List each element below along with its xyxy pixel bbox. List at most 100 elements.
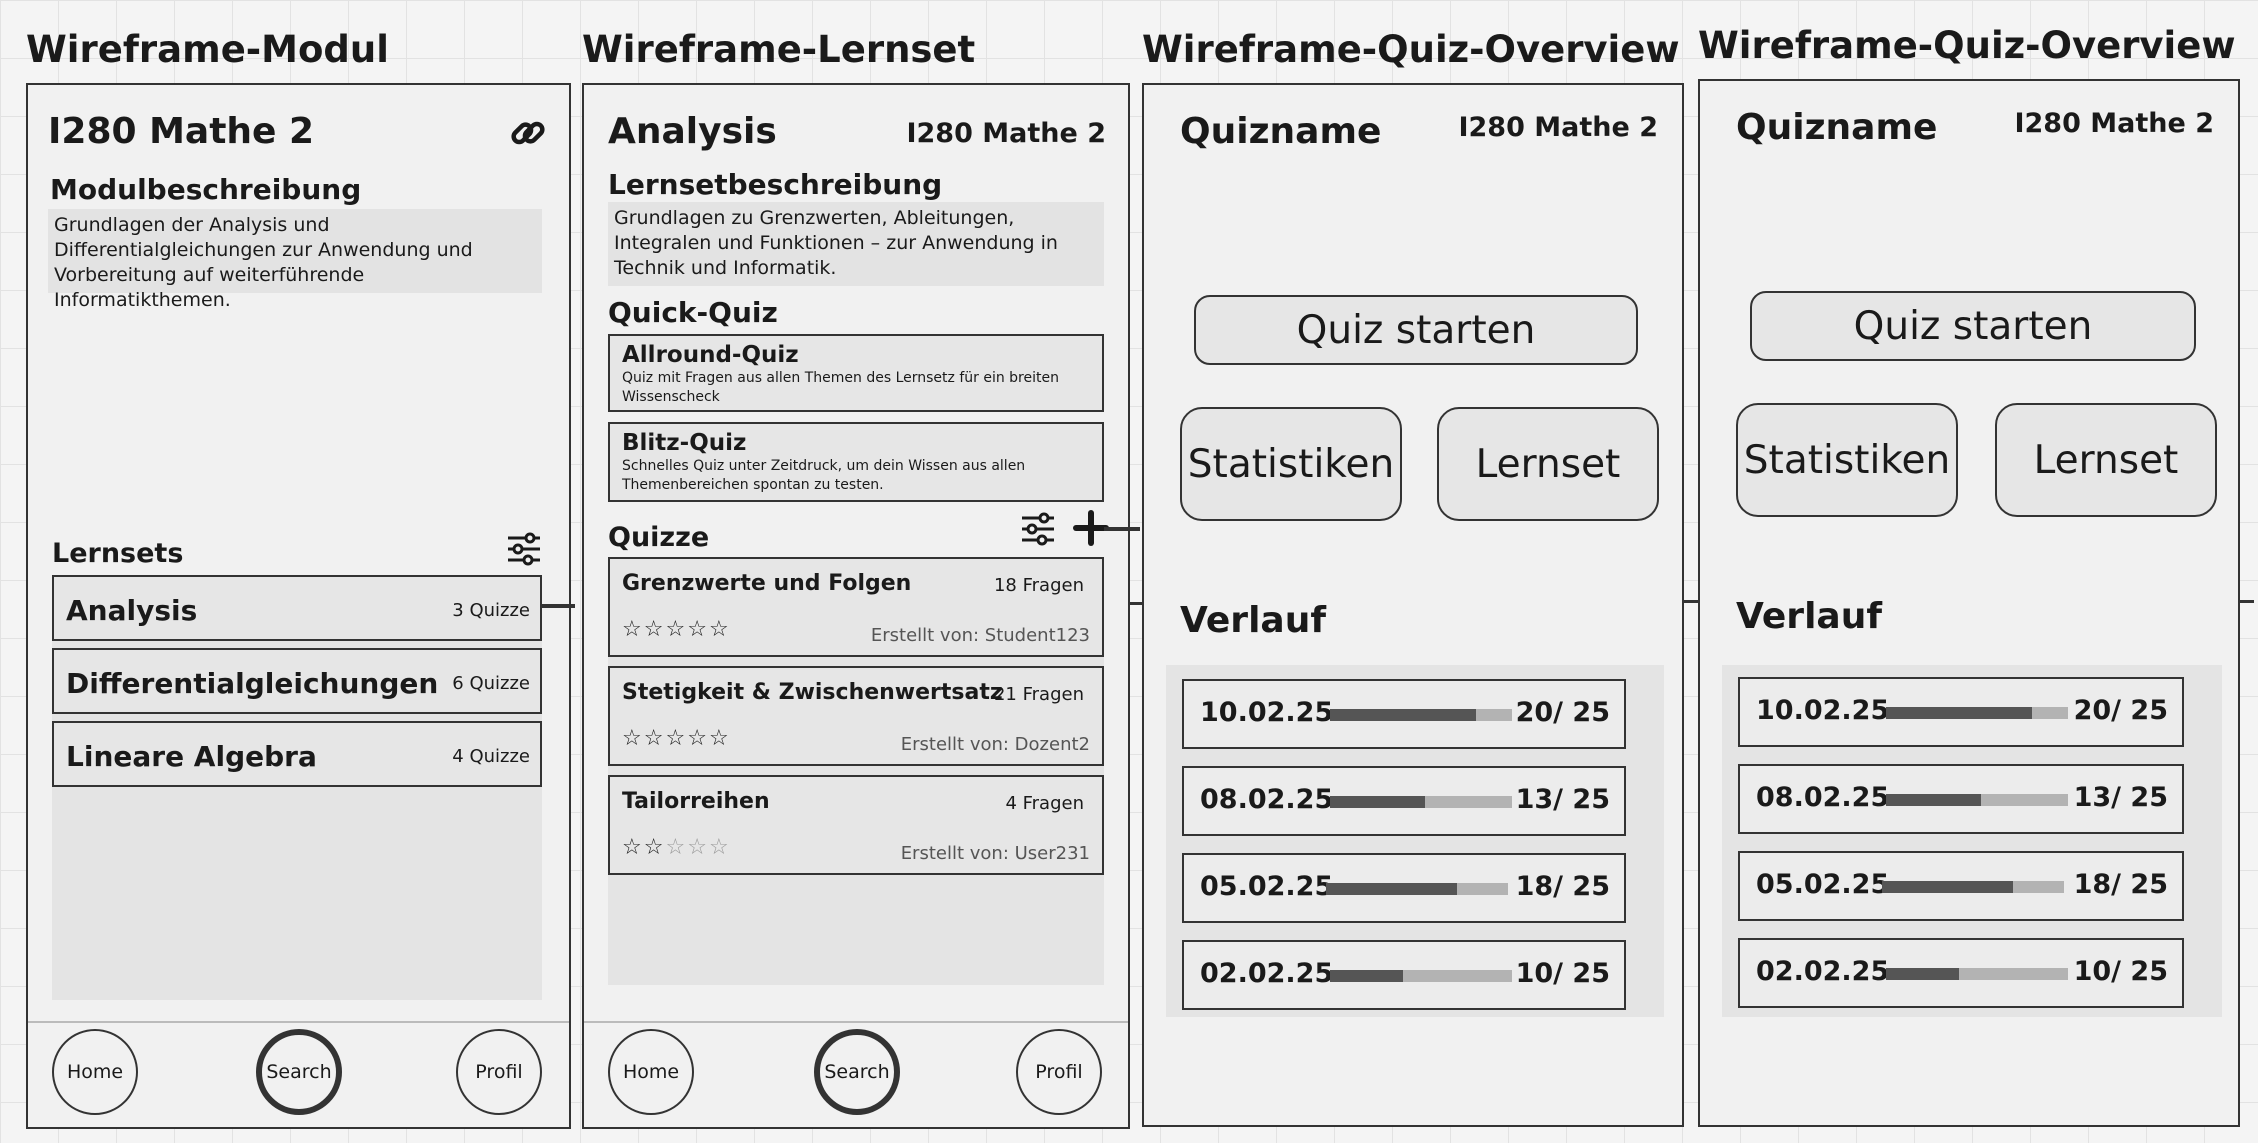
quick-quiz-card[interactable]: Allround-Quiz Quiz mit Fragen aus allen …	[608, 334, 1104, 412]
score-bar	[1886, 794, 2068, 806]
history-row[interactable]: 08.02.25 13/ 25	[1182, 766, 1626, 836]
quiz-author: Erstellt von: Dozent2	[900, 734, 1090, 755]
lernset-count: 6 Quizze	[452, 673, 530, 694]
quiz-card[interactable]: Stetigkeit & Zwischenwertsatz 21 Fragen …	[608, 666, 1104, 766]
statistics-button[interactable]: Statistiken	[1180, 407, 1402, 521]
start-quiz-button[interactable]: Quiz starten	[1194, 295, 1638, 365]
star-icon: ☆	[622, 617, 644, 642]
lernset-name: Analysis	[66, 594, 198, 627]
wireframe-title-modul: Wireframe-Modul	[26, 28, 389, 71]
history-heading: Verlauf	[1736, 596, 1882, 637]
quick-quiz-name: Allround-Quiz	[622, 342, 799, 368]
statistics-button[interactable]: Statistiken	[1736, 403, 1958, 517]
quick-quiz-card[interactable]: Blitz-Quiz Schnelles Quiz unter Zeitdruc…	[608, 422, 1104, 502]
nav-divider	[28, 1021, 569, 1023]
quiz-overview-frame: Quizname I280 Mathe 2 Quiz starten Stati…	[1142, 83, 1684, 1127]
lernset-count: 3 Quizze	[452, 600, 530, 621]
history-row[interactable]: 10.02.25 20/ 25	[1738, 677, 2184, 747]
history-heading: Verlauf	[1180, 600, 1326, 641]
lernset-description-heading: Lernsetbeschreibung	[608, 168, 943, 201]
history-date: 10.02.25	[1756, 695, 1890, 726]
nav-home-button[interactable]: Home	[608, 1029, 694, 1115]
star-icon: ☆	[643, 617, 666, 642]
star-icon: ☆	[643, 726, 666, 751]
history-score: 20/ 25	[1515, 697, 1610, 728]
quiz-name: Stetigkeit & Zwischenwertsatz	[622, 680, 1003, 705]
score-bar	[1330, 796, 1512, 808]
lernset-card[interactable]: Differentialgleichungen 6 Quizze	[52, 648, 542, 714]
quiz-question-count: 21 Fragen	[993, 684, 1084, 705]
lernset-button[interactable]: Lernset	[1995, 403, 2217, 517]
history-score: 20/ 25	[2073, 695, 2168, 726]
history-row[interactable]: 05.02.25 18/ 25	[1182, 853, 1626, 923]
nav-search-button[interactable]: Search	[814, 1029, 900, 1115]
score-bar	[1330, 970, 1512, 982]
score-bar	[1886, 968, 2068, 980]
module-tag: I280 Mathe 2	[2014, 108, 2214, 139]
quick-quiz-name: Blitz-Quiz	[622, 430, 747, 456]
modul-frame: I280 Mathe 2 Modulbeschreibung Grundlage…	[26, 83, 571, 1129]
star-icon: ☆	[622, 835, 644, 860]
nav-profil-button[interactable]: Profil	[1016, 1029, 1102, 1115]
module-title: I280 Mathe 2	[48, 111, 315, 152]
history-date: 08.02.25	[1756, 782, 1890, 813]
history-row[interactable]: 05.02.25 18/ 25	[1738, 851, 2184, 921]
nav-home-button[interactable]: Home	[52, 1029, 138, 1115]
quiz-name: Grenzwerte und Folgen	[622, 571, 912, 596]
history-date: 02.02.25	[1756, 956, 1890, 987]
lernset-frame: Analysis I280 Mathe 2 Lernsetbeschreibun…	[582, 83, 1130, 1129]
history-row[interactable]: 02.02.25 10/ 25	[1182, 940, 1626, 1010]
lernset-title: Analysis	[608, 111, 777, 152]
module-tag: I280 Mathe 2	[1458, 112, 1658, 143]
quick-quiz-heading: Quick-Quiz	[608, 296, 778, 329]
history-score: 18/ 25	[2073, 869, 2168, 900]
score-bar	[1882, 881, 2064, 893]
wireframe-title-overview-2: Wireframe-Quiz-Overview	[1698, 24, 2236, 67]
star-icon: ☆	[687, 835, 709, 860]
flow-connector	[2240, 600, 2254, 603]
score-bar	[1326, 883, 1508, 895]
star-icon: ☆	[708, 617, 731, 642]
score-bar	[1330, 709, 1512, 721]
quick-quiz-desc: Quiz mit Fragen aus allen Themen des Ler…	[622, 370, 1059, 405]
quiz-author: Erstellt von: Student123	[870, 625, 1090, 646]
start-quiz-button[interactable]: Quiz starten	[1750, 291, 2196, 361]
star-icon: ☆	[622, 726, 644, 751]
history-date: 05.02.25	[1756, 869, 1890, 900]
flow-connector	[1684, 600, 1698, 603]
lernset-name: Differentialgleichungen	[66, 667, 439, 700]
history-score: 13/ 25	[1515, 784, 1610, 815]
nav-profil-button[interactable]: Profil	[456, 1029, 542, 1115]
history-date: 10.02.25	[1200, 697, 1334, 728]
star-icon: ☆	[708, 726, 731, 751]
quiz-overview-frame-2: Quizname I280 Mathe 2 Quiz starten Stati…	[1698, 79, 2240, 1127]
star-icon: ☆	[687, 726, 709, 751]
lernset-button[interactable]: Lernset	[1437, 407, 1659, 521]
wireframe-title-overview: Wireframe-Quiz-Overview	[1142, 28, 1680, 71]
history-score: 10/ 25	[1515, 958, 1610, 989]
history-row[interactable]: 02.02.25 10/ 25	[1738, 938, 2184, 1008]
nav-search-button[interactable]: Search	[256, 1029, 342, 1115]
quiz-card[interactable]: Grenzwerte und Folgen 18 Fragen ☆☆☆☆☆ Er…	[608, 557, 1104, 657]
filter-icon[interactable]	[506, 531, 542, 567]
star-icon: ☆	[665, 835, 688, 860]
star-icon: ☆	[665, 726, 688, 751]
history-row[interactable]: 10.02.25 20/ 25	[1182, 679, 1626, 749]
module-description-heading: Modulbeschreibung	[50, 173, 362, 206]
history-score: 18/ 25	[1515, 871, 1610, 902]
flow-connector	[1104, 527, 1140, 531]
quiz-author: Erstellt von: User231	[900, 843, 1090, 864]
star-rating: ☆☆☆☆☆	[622, 726, 731, 751]
wireframe-title-lernset: Wireframe-Lernset	[582, 28, 976, 71]
quiz-question-count: 18 Fragen	[993, 575, 1084, 596]
lernset-count: 4 Quizze	[452, 746, 530, 767]
lernset-card[interactable]: Lineare Algebra 4 Quizze	[52, 721, 542, 787]
history-row[interactable]: 08.02.25 13/ 25	[1738, 764, 2184, 834]
history-score: 10/ 25	[2073, 956, 2168, 987]
quiz-card[interactable]: Tailorreihen 4 Fragen ☆☆☆☆☆ Erstellt von…	[608, 775, 1104, 875]
quick-quiz-desc: Schnelles Quiz unter Zeitdruck, um dein …	[622, 458, 1026, 493]
lernset-description: Grundlagen zu Grenzwerten, Ableitungen, …	[608, 202, 1104, 286]
lernset-card[interactable]: Analysis 3 Quizze	[52, 575, 542, 641]
filter-icon[interactable]	[1020, 511, 1056, 547]
link-icon[interactable]	[508, 113, 548, 153]
